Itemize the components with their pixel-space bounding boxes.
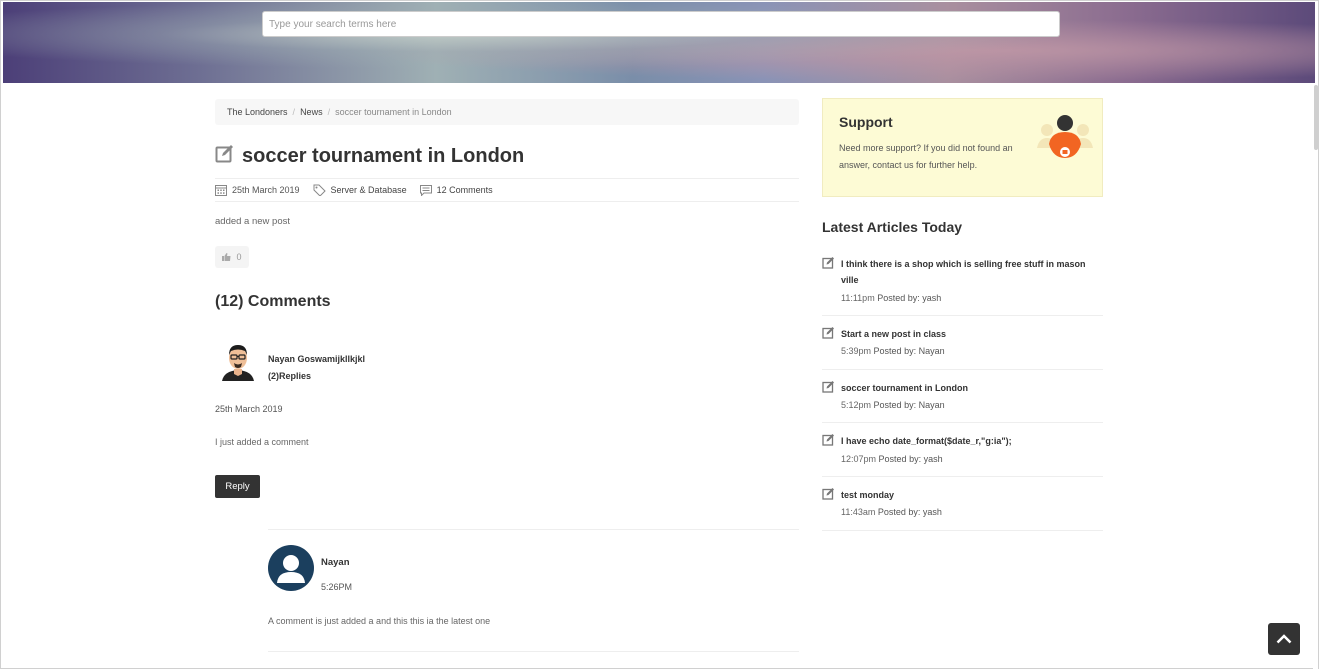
breadcrumb-separator: /	[327, 107, 331, 117]
post-comments-count: 12 Comments	[419, 184, 493, 196]
article-time: 12:07pm	[841, 454, 877, 464]
article-author: Posted by: Nayan	[873, 400, 945, 410]
post-date: 25th March 2019	[215, 184, 300, 196]
article-time: 5:39pm	[841, 346, 872, 356]
latest-articles-title: Latest Articles Today	[822, 219, 963, 235]
article-meta: 5:39pm Posted by: Nayan	[841, 346, 945, 356]
article-title[interactable]: I have echo date_format($date_r,"g:ia");	[841, 433, 1096, 449]
post-meta: 25th March 2019 Server & Database 12 Com…	[215, 178, 799, 202]
reply-button[interactable]: Reply	[215, 475, 260, 498]
edit-icon	[822, 488, 834, 500]
back-to-top-button[interactable]	[1268, 623, 1300, 655]
breadcrumb-current: soccer tournament in London	[335, 107, 452, 117]
scrollbar-thumb[interactable]	[1314, 85, 1318, 150]
comment-text: I just added a comment	[215, 437, 309, 447]
post-title: soccer tournament in London	[242, 144, 525, 167]
post-body: added a new post	[215, 216, 291, 227]
tag-icon	[313, 184, 326, 196]
article-time: 11:43am	[841, 507, 876, 517]
chevron-up-icon	[1276, 634, 1292, 644]
edit-icon	[822, 381, 834, 393]
calendar-icon	[215, 185, 227, 196]
article-meta: 12:07pm Posted by: yash	[841, 454, 943, 464]
thumbs-up-icon	[222, 253, 231, 261]
post-title-row: soccer tournament in London	[215, 144, 524, 168]
article-time: 5:12pm	[841, 400, 872, 410]
edit-icon	[822, 257, 834, 269]
post-category-link[interactable]: Server & Database	[331, 185, 407, 195]
comments-heading: (12) Comments	[215, 293, 331, 310]
search-input[interactable]	[262, 11, 1060, 37]
breadcrumb-separator: /	[292, 107, 296, 117]
reply-time: 5:26PM	[321, 582, 353, 592]
like-button[interactable]: 0	[215, 246, 249, 268]
support-title: Support	[839, 114, 893, 130]
edit-icon	[822, 327, 834, 339]
article-title[interactable]: soccer tournament in London	[841, 380, 1096, 396]
comment-date: 25th March 2019	[215, 404, 283, 414]
breadcrumb: The Londoners / News / soccer tournament in …	[215, 99, 799, 125]
edit-icon	[215, 144, 234, 168]
support-agent-icon	[1037, 110, 1093, 162]
article-author: Posted by: yash	[877, 507, 942, 517]
article-time: 11:11pm	[841, 293, 875, 303]
article-item: test monday 11:43am Posted by: yash	[822, 487, 1103, 531]
post-date-text: 25th March 2019	[232, 185, 300, 195]
breadcrumb-news-link[interactable]: News	[300, 107, 323, 117]
support-box: Support Need more support? If you did no…	[822, 98, 1103, 197]
comment-reply: Nayan 5:26PM A comment is just added a a…	[268, 529, 799, 652]
user-avatar-icon	[268, 545, 314, 591]
support-text: Need more support? If you did not found …	[839, 143, 1013, 170]
article-meta: 11:11pm Posted by: yash	[841, 293, 941, 303]
article-item: Start a new post in class 5:39pm Posted …	[822, 326, 1103, 370]
reply-author: Nayan	[321, 557, 350, 568]
article-item: I think there is a shop which is selling…	[822, 256, 1103, 316]
post-category: Server & Database	[313, 184, 407, 196]
article-title[interactable]: Start a new post in class	[841, 326, 1096, 342]
article-item: soccer tournament in London 5:12pm Poste…	[822, 380, 1103, 423]
article-author: Posted by: Nayan	[873, 346, 945, 356]
comment-replies-toggle[interactable]: (2)Replies	[268, 371, 311, 381]
article-title[interactable]: I think there is a shop which is selling…	[841, 256, 1096, 288]
page-scrollbar[interactable]	[1313, 83, 1318, 669]
comment-author: Nayan Goswamijkllkjkl	[268, 354, 366, 364]
article-title[interactable]: test monday	[841, 487, 1096, 503]
reply-text: A comment is just added a and this this …	[268, 616, 491, 626]
article-author: Posted by: yash	[877, 293, 942, 303]
article-author: Posted by: yash	[878, 454, 943, 464]
article-meta: 11:43am Posted by: yash	[841, 507, 942, 517]
post-comments-link[interactable]: 12 Comments	[437, 185, 493, 195]
breadcrumb-home-link[interactable]: The Londoners	[227, 107, 288, 117]
like-count: 0	[236, 252, 242, 262]
comment-avatar	[220, 341, 256, 381]
article-meta: 5:12pm Posted by: Nayan	[841, 400, 945, 410]
edit-icon	[822, 434, 834, 446]
article-item: I have echo date_format($date_r,"g:ia");…	[822, 433, 1103, 477]
comment-icon	[419, 184, 432, 196]
header-banner	[3, 2, 1315, 83]
